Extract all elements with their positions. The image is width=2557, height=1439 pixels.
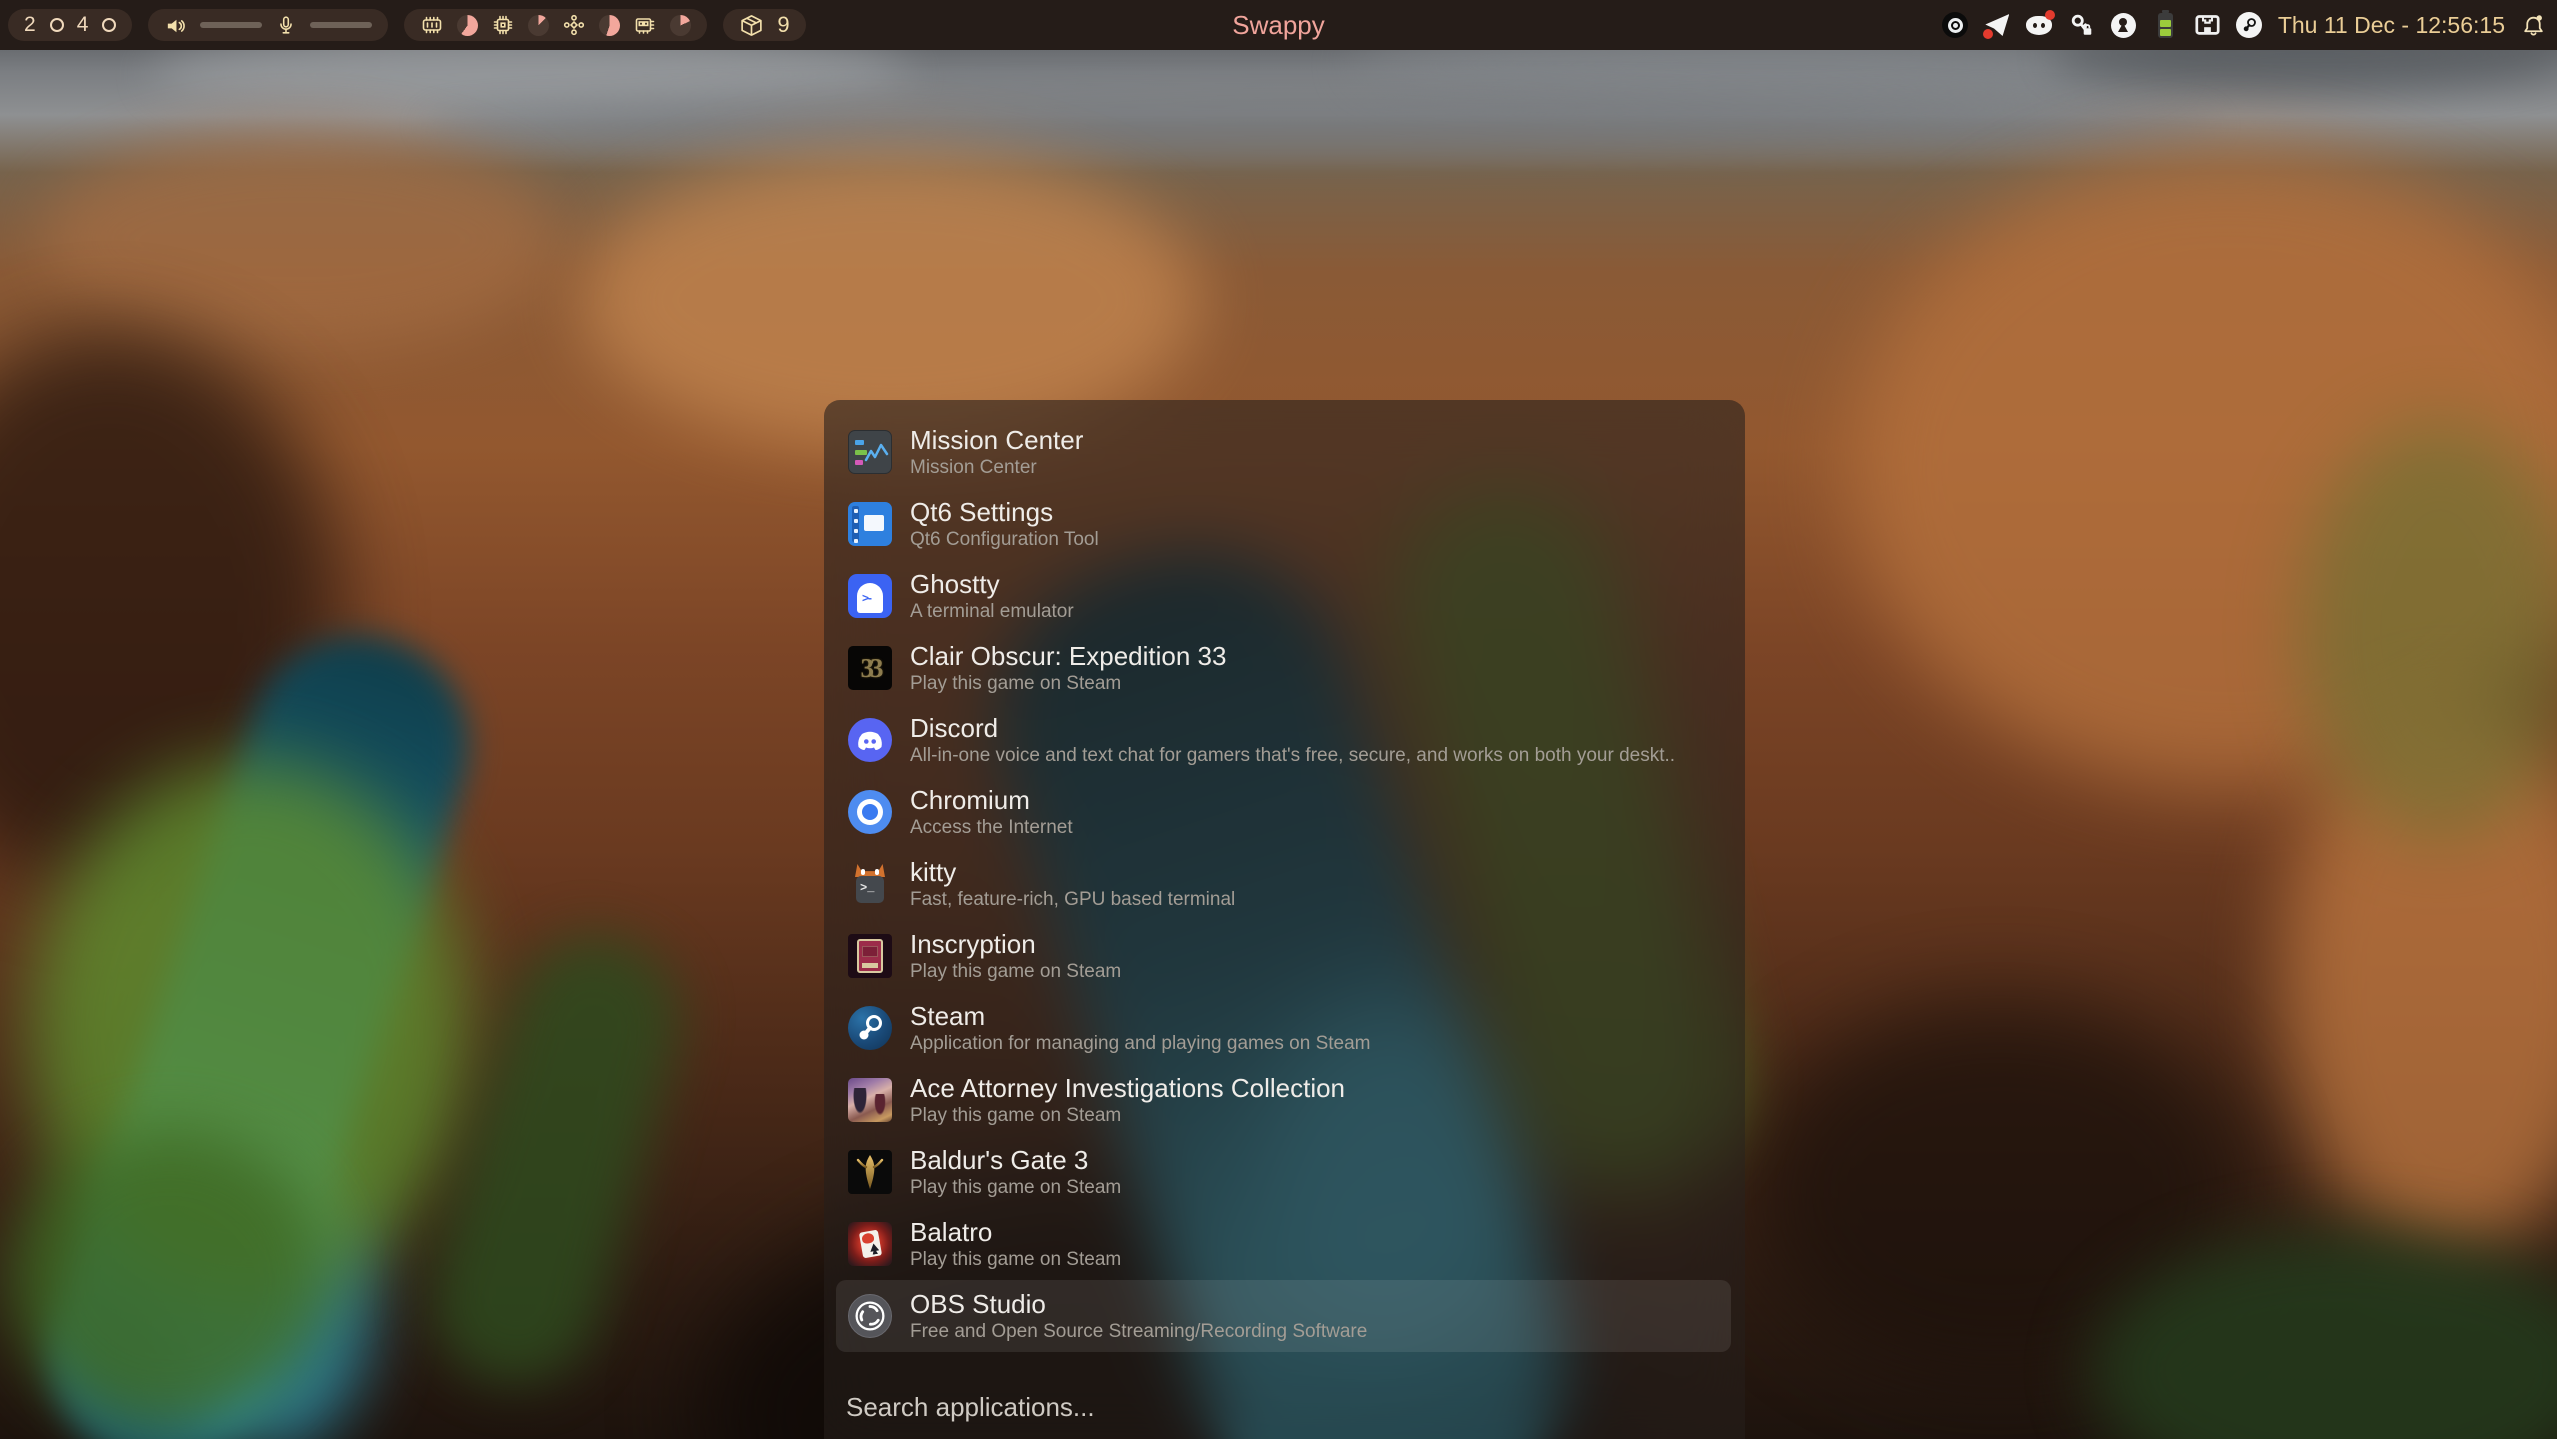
vram-usage-pie xyxy=(670,15,691,36)
app-description: Play this game on Steam xyxy=(910,1176,1121,1200)
updates-count: 9 xyxy=(777,12,789,38)
app-name: Steam xyxy=(910,1001,1371,1031)
clock[interactable]: Thu 11 Dec - 12:56:15 xyxy=(2278,12,2505,39)
launcher-item[interactable]: OBS Studio Free and Open Source Streamin… xyxy=(836,1280,1731,1352)
launcher-item[interactable]: Baldur's Gate 3 Play this game on Steam xyxy=(836,1136,1731,1208)
inscryption-icon xyxy=(848,934,892,978)
battery-tray-icon[interactable] xyxy=(2152,12,2179,39)
cpu-icon xyxy=(491,13,515,37)
ram-usage-pie xyxy=(457,15,478,36)
launcher-item[interactable]: >_ kitty Fast, feature-rich, GPU based t… xyxy=(836,848,1731,920)
system-stats-widget[interactable] xyxy=(404,9,707,41)
notification-bell-icon[interactable] xyxy=(2520,12,2547,39)
vram-icon xyxy=(633,13,657,37)
mission-center-icon xyxy=(848,430,892,474)
launcher-item[interactable]: Ace Attorney Investigations Collection P… xyxy=(836,1064,1731,1136)
launcher-item[interactable]: 33 Clair Obscur: Expedition 33 Play this… xyxy=(836,632,1731,704)
app-name: Mission Center xyxy=(910,425,1083,455)
app-description: All-in-one voice and text chat for gamer… xyxy=(910,744,1675,768)
app-description: Play this game on Steam xyxy=(910,1104,1345,1128)
app-description: Fast, feature-rich, GPU based terminal xyxy=(910,888,1235,912)
launcher-item[interactable]: Steam Application for managing and playi… xyxy=(836,992,1731,1064)
workspace-circle-icon[interactable] xyxy=(50,18,64,32)
app-name: Chromium xyxy=(910,785,1073,815)
app-description: Play this game on Steam xyxy=(910,672,1226,696)
wallpaper-shape xyxy=(40,130,560,350)
launcher-item[interactable]: Balatro Play this game on Steam xyxy=(836,1208,1731,1280)
app-name: Qt6 Settings xyxy=(910,497,1099,527)
discord-icon xyxy=(848,718,892,762)
launcher-item[interactable]: Discord All-in-one voice and text chat f… xyxy=(836,704,1731,776)
network-tray-icon[interactable] xyxy=(2194,12,2221,39)
app-name: Balatro xyxy=(910,1217,1121,1247)
workspaces-widget[interactable]: 2 4 xyxy=(8,9,132,41)
gpu-icon xyxy=(562,13,586,37)
app-name: Clair Obscur: Expedition 33 xyxy=(910,641,1226,671)
updates-widget[interactable]: 9 xyxy=(723,9,805,41)
discord-tray-icon[interactable] xyxy=(2026,12,2053,39)
launcher-item[interactable]: >- Ghostty A terminal emulator xyxy=(836,560,1731,632)
workspace-circle-icon[interactable] xyxy=(102,18,116,32)
app-name: Inscryption xyxy=(910,929,1121,959)
audio-widget[interactable] xyxy=(148,9,388,41)
application-launcher: Mission Center Mission Center Qt6 Settin… xyxy=(824,400,1745,1439)
microphone-icon[interactable] xyxy=(275,14,297,36)
top-bar-right: Thu 11 Dec - 12:56:15 xyxy=(1942,0,2547,50)
package-icon xyxy=(739,13,764,38)
baldurs-gate-3-icon xyxy=(848,1150,892,1194)
app-description: Access the Internet xyxy=(910,816,1073,840)
kitty-icon: >_ xyxy=(848,862,892,906)
wallpaper-shape xyxy=(420,95,2220,155)
ace-attorney-icon xyxy=(848,1078,892,1122)
qt6-settings-icon xyxy=(848,502,892,546)
app-name: Ace Attorney Investigations Collection xyxy=(910,1073,1345,1103)
ram-icon xyxy=(420,13,444,37)
cpu-usage-pie xyxy=(528,15,549,36)
clair-obscur-icon: 33 xyxy=(848,646,892,690)
chromium-icon xyxy=(848,790,892,834)
obs-studio-icon xyxy=(848,1294,892,1338)
app-description: A terminal emulator xyxy=(910,600,1074,624)
app-description: Free and Open Source Streaming/Recording… xyxy=(910,1320,1367,1344)
gpu-usage-pie xyxy=(599,15,620,36)
app-name: Discord xyxy=(910,713,1675,743)
balatro-icon xyxy=(848,1222,892,1266)
top-bar-left: 2 4 xyxy=(0,9,806,41)
openrgb-tray-icon[interactable] xyxy=(2110,12,2137,39)
workspace-4[interactable]: 4 xyxy=(77,13,90,37)
launcher-item[interactable]: Mission Center Mission Center xyxy=(836,416,1731,488)
app-description: Application for managing and playing gam… xyxy=(910,1032,1371,1056)
search-input[interactable] xyxy=(846,1392,1546,1423)
launcher-item[interactable]: Qt6 Settings Qt6 Configuration Tool xyxy=(836,488,1731,560)
telegram-tray-icon[interactable] xyxy=(1984,12,2011,39)
microphone-slider[interactable] xyxy=(310,22,372,28)
steam-tray-icon[interactable] xyxy=(2236,12,2263,39)
launcher-item[interactable]: Chromium Access the Internet xyxy=(836,776,1731,848)
ghostty-icon: >- xyxy=(848,574,892,618)
app-description: Play this game on Steam xyxy=(910,1248,1121,1272)
app-description: Mission Center xyxy=(910,456,1083,480)
steam-icon xyxy=(848,1006,892,1050)
app-name: kitty xyxy=(910,857,1235,887)
launcher-item[interactable]: Inscryption Play this game on Steam xyxy=(836,920,1731,992)
steelseries-tray-icon[interactable] xyxy=(1942,12,1969,39)
top-bar: 2 4 xyxy=(0,0,2557,50)
app-name: Ghostty xyxy=(910,569,1074,599)
wallpaper-shape xyxy=(10,1130,330,1430)
keepassxc-tray-icon[interactable] xyxy=(2068,12,2095,39)
speaker-icon[interactable] xyxy=(164,14,187,37)
app-name: Baldur's Gate 3 xyxy=(910,1145,1121,1175)
app-description: Qt6 Configuration Tool xyxy=(910,528,1099,552)
workspace-2[interactable]: 2 xyxy=(24,13,37,37)
app-name: OBS Studio xyxy=(910,1289,1367,1319)
app-description: Play this game on Steam xyxy=(910,960,1121,984)
volume-slider[interactable] xyxy=(200,22,262,28)
